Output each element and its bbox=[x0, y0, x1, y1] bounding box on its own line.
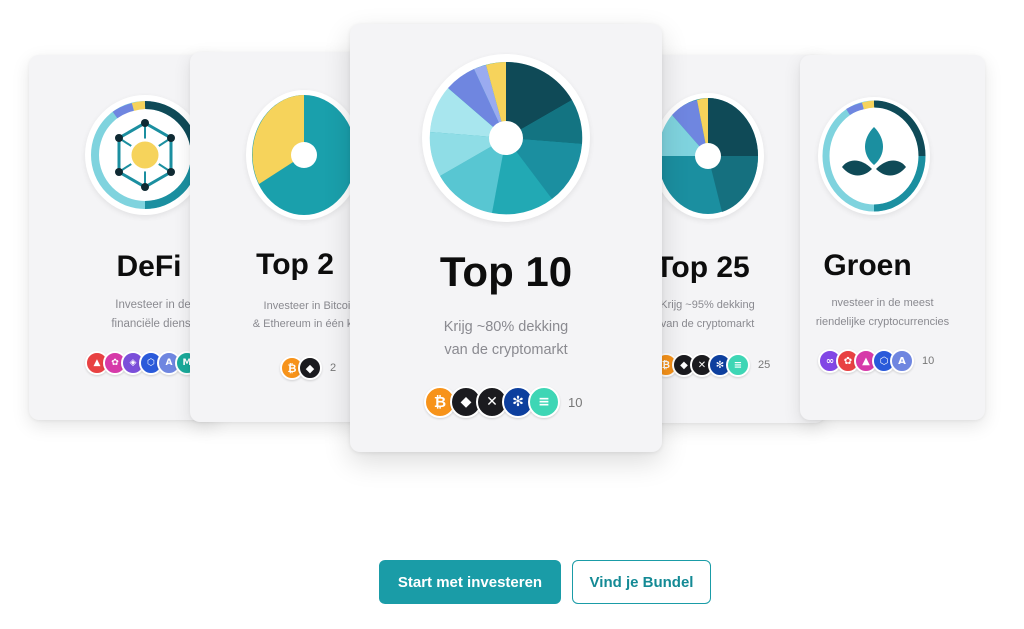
card-desc-line1: nvesteer in de meest bbox=[831, 297, 934, 309]
bundle-card-groen[interactable]: Groen nvesteer in de meest riendelijke c… bbox=[800, 55, 985, 420]
coin-count: 10 bbox=[568, 394, 583, 410]
top2-chart bbox=[246, 90, 362, 220]
top10-chart bbox=[422, 54, 590, 222]
bundles-showcase: DeFi Investeer in decentra financiële di… bbox=[0, 0, 1024, 629]
card-desc-line2: van de cryptomarkt bbox=[660, 318, 755, 330]
card-title: Groen bbox=[823, 249, 912, 282]
top25-chart bbox=[652, 93, 764, 219]
coin-count: 2 bbox=[330, 362, 337, 374]
defi-chart bbox=[85, 95, 205, 215]
cta-row: Start met investeren Vind je Bundel bbox=[0, 560, 1024, 608]
ethereum-icon: ◆ bbox=[298, 356, 322, 380]
bundle-card-top2[interactable]: Top 2 Investeer in Bitcoin & Ethereum in… bbox=[190, 52, 370, 422]
coin-count: 10 bbox=[922, 355, 935, 367]
top2-pie-icon bbox=[252, 95, 356, 215]
bundle-card-top25[interactable]: Top 25 Krijg ~95% dekking van de cryptom… bbox=[650, 55, 825, 423]
groen-leaf-icon bbox=[822, 100, 926, 212]
coin-list: ₿ ◆ ✕ ✻ ≡ 10 bbox=[424, 386, 582, 418]
card-desc-line2: riendelijke cryptocurrencies bbox=[815, 316, 950, 328]
coin-count: 25 bbox=[758, 359, 771, 371]
card-title: Top 25 bbox=[655, 251, 750, 284]
coin-list: ₿ ◆ ✕ ✻ ≡ 25 bbox=[654, 353, 770, 377]
groen-chart bbox=[818, 97, 930, 215]
find-bundle-button[interactable]: Vind je Bundel bbox=[572, 560, 711, 604]
coin-list: ₿ ◆ 2 bbox=[280, 356, 336, 380]
top10-pie-icon bbox=[429, 61, 583, 215]
solana-icon: ≡ bbox=[726, 353, 750, 377]
top25-pie-icon bbox=[657, 98, 759, 214]
aave-icon: A bbox=[890, 349, 914, 373]
start-investing-button[interactable]: Start met investeren bbox=[379, 560, 561, 604]
coin-list: ∞ ✿ ▲ ⬡ A 10 bbox=[818, 349, 934, 373]
bundle-card-top10[interactable]: Top 10 Krijg ~80% dekking van de cryptom… bbox=[350, 24, 662, 452]
card-desc-line1: Investeer in Bitcoin bbox=[263, 300, 357, 312]
card-desc-line1: Krijg ~95% dekking bbox=[660, 299, 755, 311]
card-title: Top 2 bbox=[256, 248, 334, 281]
coin-list: ▲ ✿ ◈ ⬡ A M bbox=[85, 351, 199, 375]
card-desc-line2: van de cryptomarkt bbox=[444, 342, 568, 358]
card-desc-line1: Krijg ~80% dekking bbox=[443, 319, 569, 335]
defi-ring-icon bbox=[91, 101, 199, 209]
solana-icon: ≡ bbox=[528, 386, 560, 418]
card-desc-line2: & Ethereum in één kli bbox=[252, 318, 358, 330]
card-title: Top 10 bbox=[439, 248, 573, 295]
